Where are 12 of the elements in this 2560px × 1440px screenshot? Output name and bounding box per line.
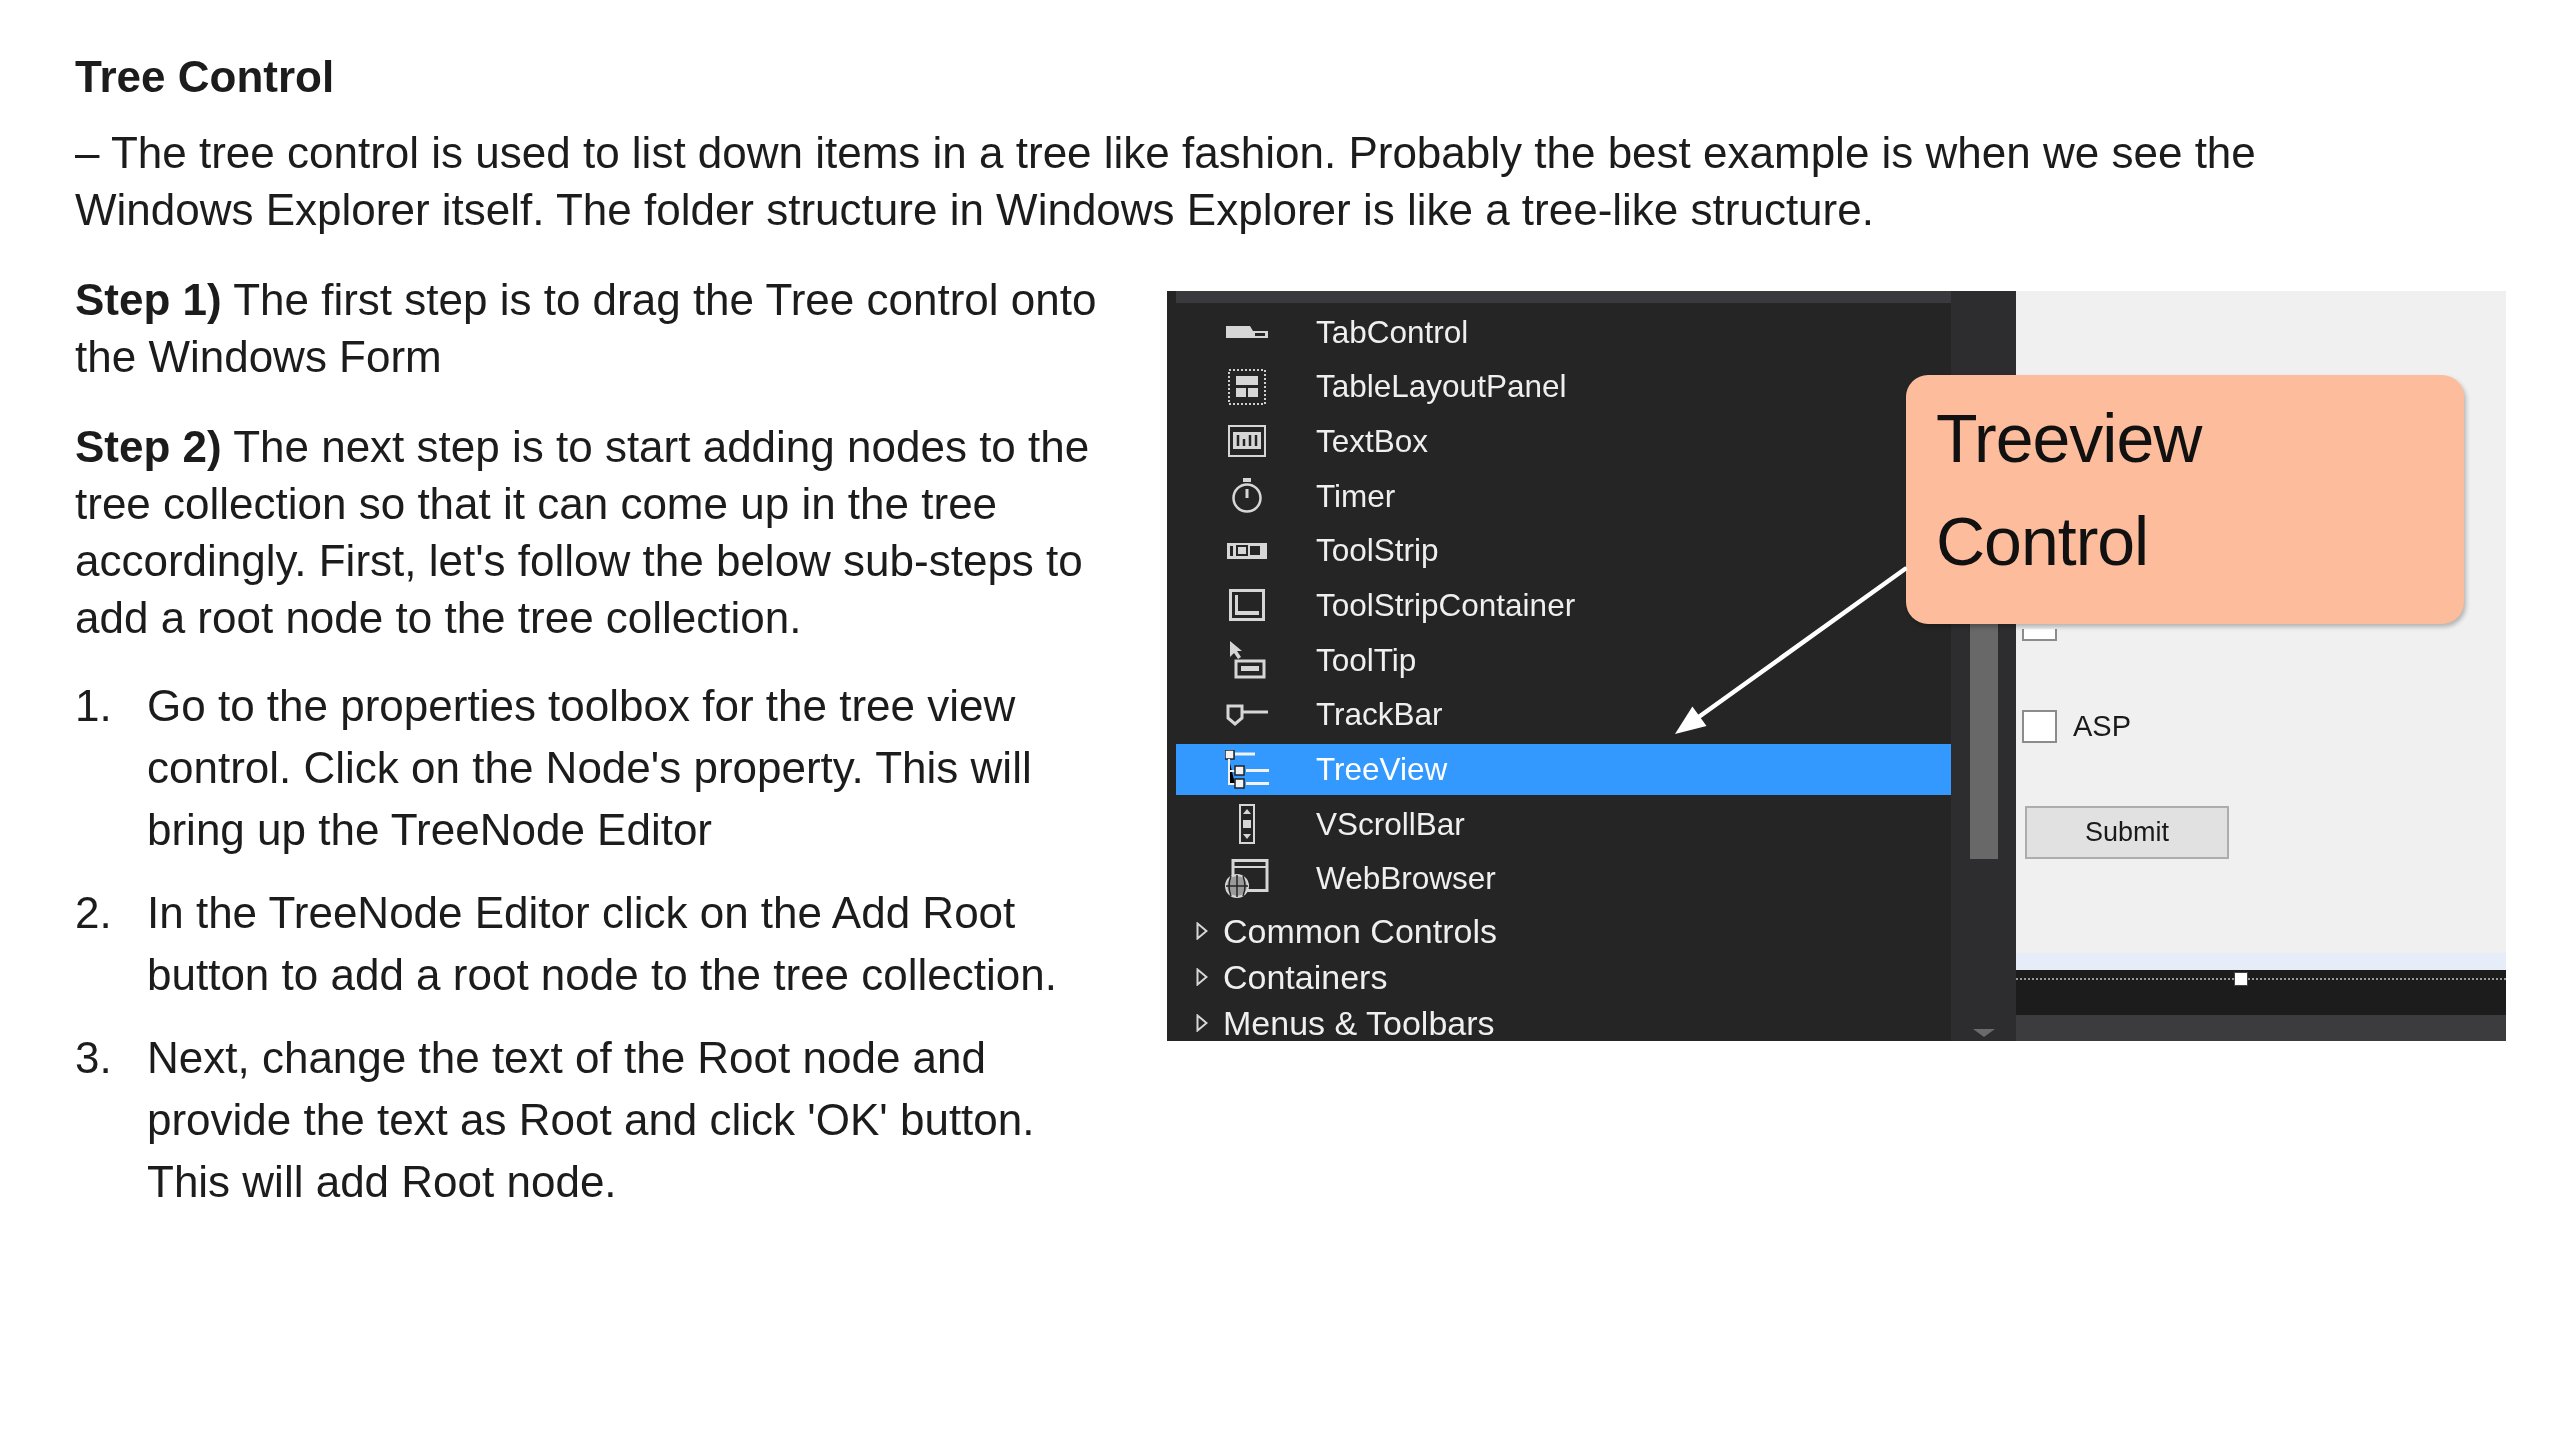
intro-paragraph: – The tree control is used to list down items in a tree like fashion. Probably the best example is when we see the Windows Explorer itself. The folder structure in Windows Explorer is like a tree-like structure.	[75, 127, 2257, 236]
list-item-text: In the TreeNode Editor click on the Add Root button to add a root node to the tree collection.	[147, 887, 1058, 1001]
list-number: 2.	[75, 887, 113, 939]
callout-text: Treeview Control	[1936, 399, 2202, 581]
list-item-text: Next, change the text of the Root node and provide the text as Root and click 'OK' button. This will add Root node.	[147, 1032, 1036, 1208]
step-paragraph: Step 2) The next step is to start adding nodes to the tree collection so that it can come up in the tree accordingly. First, let's follow the below sub-steps to add a root node to the tree collection.	[75, 421, 1091, 644]
section-heading: Tree Control	[75, 52, 336, 102]
list-item-text: Go to the properties toolbox for the tree view control. Click on the Node's property. This will bring up the TreeNode Editor	[147, 680, 1033, 856]
step-paragraph: Step 1) The first step is to drag the Tree control onto the Windows Form	[75, 274, 1098, 383]
list-number: 1.	[75, 680, 113, 732]
checkbox-label: ASP	[2073, 710, 2132, 743]
list-number: 3.	[75, 1032, 113, 1084]
